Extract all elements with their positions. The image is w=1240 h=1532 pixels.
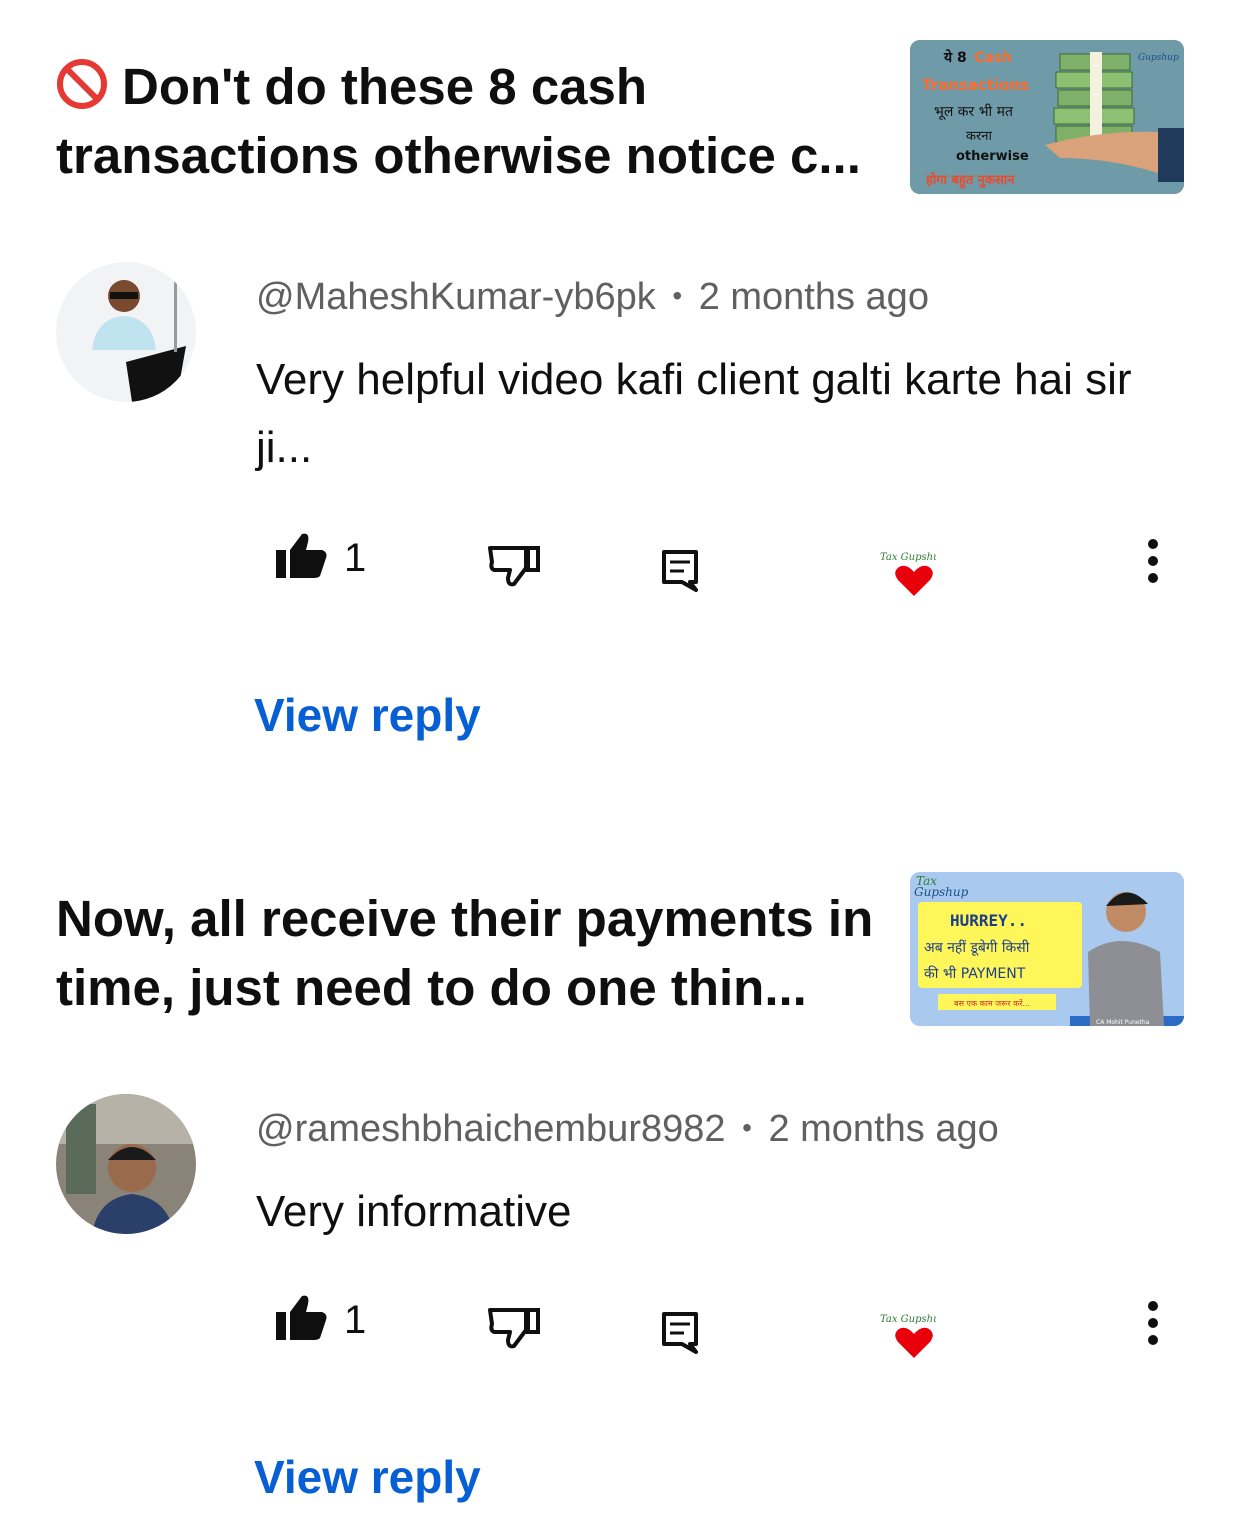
video-header[interactable]: Now, all receive their payments in time,…	[56, 870, 1186, 1030]
comment-text: Very informative	[256, 1187, 572, 1236]
comment-actions: 1 Tax Gupshup	[0, 1282, 1240, 1362]
thumb-brand: Gupshup	[1138, 53, 1179, 63]
thumb-presenter: CA Mohit Punetha	[1096, 1019, 1150, 1026]
comment-meta: @MaheshKumar-yb6pk • 2 months ago	[256, 276, 929, 319]
more-vertical-icon[interactable]	[1146, 538, 1160, 584]
video-title[interactable]: Now, all receive their payments in time,…	[56, 884, 886, 1022]
like-count: 1	[344, 1298, 367, 1342]
avatar-image	[56, 1094, 196, 1234]
money-stack-graphic	[1053, 52, 1135, 144]
avatar-image	[56, 262, 196, 402]
video-title-text: Don't do these 8 cash transactions other…	[56, 58, 861, 184]
presenter-graphic	[1088, 941, 1164, 1026]
comment-actions: 1 Tax Gupshup	[0, 520, 1240, 600]
avatar[interactable]	[56, 1094, 196, 1234]
video-title-text: Now, all receive their payments in time,…	[56, 890, 874, 1016]
meta-separator: •	[742, 1112, 752, 1143]
comment-meta: @rameshbhaichembur8982 • 2 months ago	[256, 1108, 999, 1151]
meta-separator: •	[672, 280, 683, 311]
thumb-line: otherwise	[956, 149, 1029, 164]
video-title[interactable]: Don't do these 8 cash transactions other…	[56, 52, 886, 190]
view-reply-link[interactable]: View reply	[254, 1450, 481, 1504]
thumb-caption: बस एक काम जरूर करें...	[954, 998, 1030, 1008]
comment-author[interactable]: @rameshbhaichembur8982	[256, 1108, 726, 1150]
video-thumbnail[interactable]: ये 8 Cash Transactions भूल कर भी मत करना…	[910, 40, 1184, 194]
thumb-line: Cash	[974, 50, 1012, 66]
thumb-brand: Gupshup	[914, 885, 969, 899]
reply-comment-icon[interactable]	[660, 1310, 700, 1354]
prohibited-icon	[57, 59, 107, 109]
view-reply-link[interactable]: View reply	[254, 688, 481, 742]
thumb-line: ये 8	[943, 49, 967, 66]
more-vertical-icon[interactable]	[1146, 1300, 1160, 1346]
like-count: 1	[344, 536, 367, 580]
thumbs-up-icon[interactable]	[272, 1292, 328, 1344]
creator-heart-icon[interactable]: Tax Gupshup	[866, 546, 936, 598]
comment-time[interactable]: 2 months ago	[768, 1108, 998, 1150]
comment-time[interactable]: 2 months ago	[699, 276, 929, 318]
creator-heart-label: Tax Gupshup	[880, 552, 936, 563]
thumbs-down-icon[interactable]	[486, 1306, 542, 1350]
thumbnail-image: Tax Gupshup HURREY.. अब नहीं डूबेगी किसी…	[910, 872, 1184, 1026]
thumb-line: करना	[966, 129, 993, 144]
thumb-line: भूल कर भी मत	[934, 103, 1014, 120]
thumbnail-image: ये 8 Cash Transactions भूल कर भी मत करना…	[910, 40, 1184, 194]
comment-text: Very helpful video kafi client galti kar…	[256, 355, 1132, 472]
thumbs-up-icon[interactable]	[272, 530, 328, 582]
thumb-line: HURREY..	[950, 911, 1027, 930]
reply-comment-icon[interactable]	[660, 548, 700, 592]
thumbs-down-icon[interactable]	[486, 544, 542, 588]
avatar[interactable]	[56, 262, 196, 402]
creator-heart-label: Tax Gupshup	[880, 1314, 936, 1325]
video-header[interactable]: Don't do these 8 cash transactions other…	[56, 38, 1186, 198]
video-thumbnail[interactable]: Tax Gupshup HURREY.. अब नहीं डूबेगी किसी…	[910, 872, 1184, 1026]
thumb-line: की भी PAYMENT	[924, 965, 1026, 982]
thumb-line: अब नहीं डूबेगी किसी	[924, 939, 1030, 956]
thumb-line: Transactions	[922, 76, 1029, 94]
creator-heart-icon[interactable]: Tax Gupshup	[866, 1308, 936, 1360]
comment-author[interactable]: @MaheshKumar-yb6pk	[256, 276, 656, 318]
thumb-line: होगा बहुत नुकसान	[925, 172, 1015, 189]
